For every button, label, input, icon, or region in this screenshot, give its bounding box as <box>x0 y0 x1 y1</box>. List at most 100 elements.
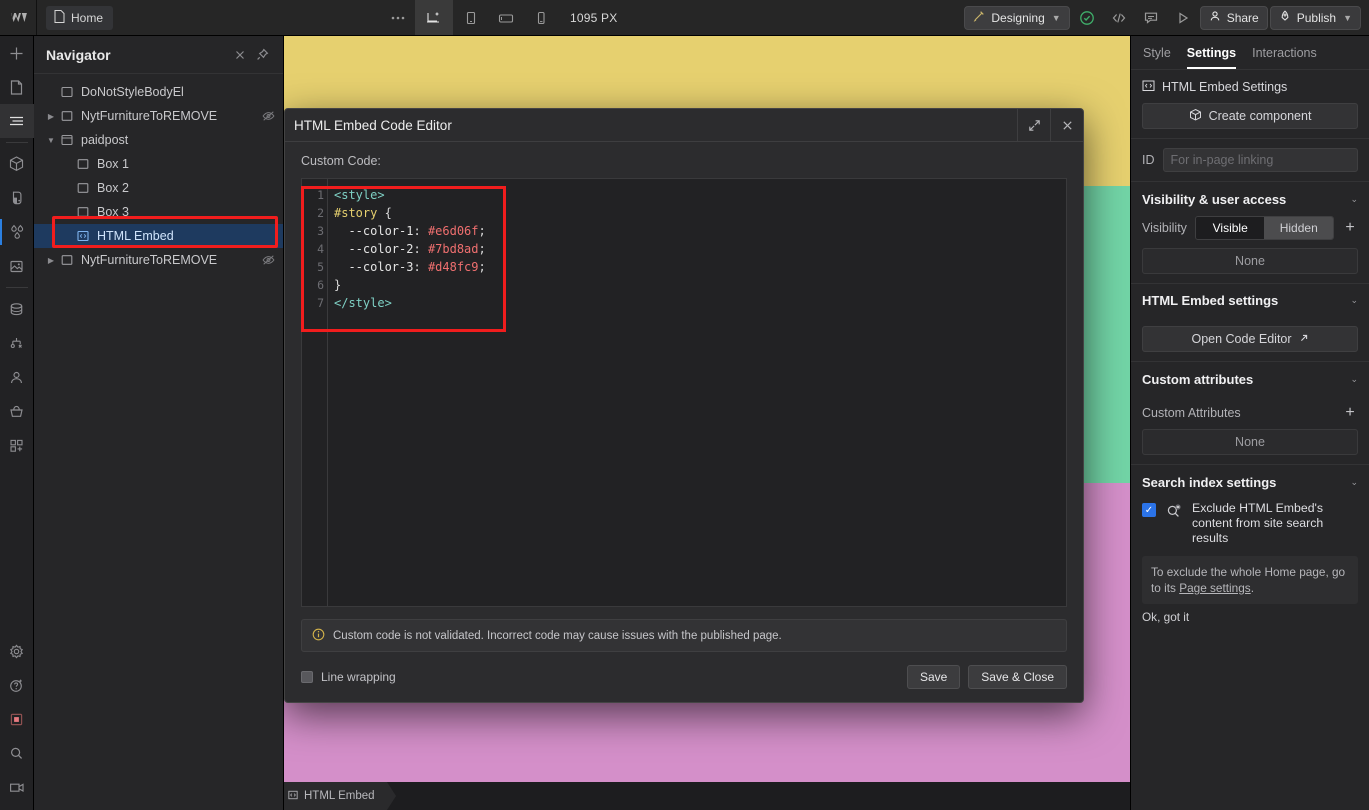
visibility-option-hidden[interactable]: Hidden <box>1264 217 1333 239</box>
navigator-item-box-1[interactable]: Box 1 <box>34 152 283 176</box>
breadcrumb-html-embed[interactable]: HTML Embed <box>280 782 395 810</box>
chevron-down-icon[interactable]: ⌄ <box>1350 194 1358 205</box>
validation-notice-text: Custom code is not validated. Incorrect … <box>333 629 782 642</box>
comment-icon[interactable] <box>1136 0 1166 35</box>
navigator-item-box-2[interactable]: Box 2 <box>34 176 283 200</box>
line-wrapping-toggle[interactable]: Line wrapping <box>301 670 396 684</box>
chevron-down-icon[interactable]: ⌄ <box>1350 477 1358 488</box>
navigator-item-paidpost[interactable]: ▼ paidpost <box>34 128 283 152</box>
tab-settings[interactable]: Settings <box>1186 36 1237 69</box>
chevron-down-icon[interactable]: ⌄ <box>1350 295 1358 306</box>
expand-icon[interactable] <box>1017 109 1050 141</box>
cube-icon[interactable] <box>0 147 34 181</box>
publish-label: Publish <box>1296 10 1337 25</box>
navigator-icon[interactable] <box>0 104 34 138</box>
check-circle-icon[interactable] <box>1072 0 1102 35</box>
navigator-item-html-embed[interactable]: HTML Embed <box>34 224 283 248</box>
mobile-landscape-icon[interactable] <box>488 0 523 35</box>
exclude-search-checkbox[interactable]: ✓ <box>1142 503 1156 517</box>
line-wrapping-checkbox[interactable] <box>301 671 313 683</box>
code-line: </style> <box>334 294 1066 312</box>
webflow-logo-icon[interactable] <box>0 0 36 35</box>
div-icon <box>74 206 92 218</box>
paint-icon[interactable] <box>0 181 34 215</box>
navigator-item-donotstylebodyel[interactable]: DoNotStyleBodyEl <box>34 80 283 104</box>
code-editor-area[interactable]: 1 2 3 4 5 6 7 <style> #story { --color-1: #e6d0… <box>301 178 1067 607</box>
publish-button[interactable]: Publish ▼ <box>1269 5 1361 30</box>
code-token-val: #e6d06f <box>427 224 479 238</box>
create-component-button[interactable]: Create component <box>1142 103 1358 129</box>
navigator-item-label: HTML Embed <box>97 229 174 243</box>
info-icon <box>312 628 325 644</box>
tip-ok-button[interactable]: Ok, got it <box>1131 604 1369 624</box>
visibility-none-value[interactable]: None <box>1142 248 1358 274</box>
desktop-icon[interactable] <box>415 0 453 35</box>
video-icon[interactable] <box>0 770 34 804</box>
question-help-icon[interactable] <box>0 668 34 702</box>
open-code-editor-button[interactable]: Open Code Editor <box>1142 326 1358 352</box>
navigator-item-nytfurnituretoremove[interactable]: ▶ NytFurnitureToREMOVE <box>34 104 283 128</box>
ellipsis-icon[interactable] <box>380 0 415 35</box>
breadcrumb-label: HTML Embed <box>304 790 375 802</box>
tab-interactions[interactable]: Interactions <box>1252 36 1317 69</box>
code-token-punc: ; <box>478 242 486 256</box>
tablet-icon[interactable] <box>453 0 488 35</box>
section-icon <box>58 134 76 146</box>
code-text[interactable]: <style> #story { --color-1: #e6d06f; --co… <box>328 179 1066 606</box>
navigator-item-box-3[interactable]: Box 3 <box>34 200 283 224</box>
designing-mode-dropdown[interactable]: Designing ▼ <box>964 5 1070 30</box>
pen-icon <box>973 10 985 25</box>
database-icon[interactable] <box>0 292 34 326</box>
tab-style[interactable]: Style <box>1143 36 1171 69</box>
line-number: 4 <box>317 242 324 256</box>
search-icon[interactable] <box>0 736 34 770</box>
visibility-section-header[interactable]: Visibility & user access ⌄ <box>1131 182 1369 216</box>
breakpoint-width-label: 1095 PX <box>570 10 618 25</box>
pages-icon[interactable] <box>0 70 34 104</box>
add-condition-icon[interactable]: + <box>1342 220 1358 236</box>
html-embed-settings-header[interactable]: HTML Embed settings ⌄ <box>1131 283 1369 317</box>
logic-icon[interactable] <box>0 326 34 360</box>
id-input[interactable]: For in-page linking <box>1162 148 1358 172</box>
visibility-row: Visibility Visible Hidden + <box>1142 216 1358 240</box>
mobile-portrait-icon[interactable] <box>523 0 558 35</box>
chevron-right-icon[interactable]: ▶ <box>44 256 58 265</box>
eye-off-icon[interactable] <box>262 254 275 266</box>
save-and-close-button[interactable]: Save & Close <box>968 665 1067 689</box>
pin-icon[interactable] <box>251 44 273 66</box>
chevron-down-icon[interactable]: ⌄ <box>1350 374 1358 385</box>
page-settings-link[interactable]: Page settings <box>1179 581 1250 595</box>
play-icon[interactable] <box>1168 0 1198 35</box>
gear-icon[interactable] <box>0 634 34 668</box>
share-label: Share <box>1226 10 1259 25</box>
close-icon[interactable] <box>1050 109 1083 141</box>
user-icon[interactable] <box>0 360 34 394</box>
code-token-punc: : <box>413 224 428 238</box>
close-icon[interactable] <box>229 44 251 66</box>
apps-icon[interactable] <box>0 428 34 462</box>
audit-red-square-icon[interactable] <box>0 702 34 736</box>
chevron-right-icon[interactable]: ▶ <box>44 112 58 121</box>
right-panel-tabs: Style Settings Interactions <box>1131 36 1369 70</box>
save-button[interactable]: Save <box>906 665 961 689</box>
navigator-item-nytfurnituretoremove[interactable]: ▶ NytFurnitureToREMOVE <box>34 248 283 272</box>
chevron-down-icon[interactable]: ▼ <box>44 136 58 145</box>
variables-icon[interactable] <box>0 215 34 249</box>
eye-off-icon[interactable] <box>262 110 275 122</box>
custom-attributes-none-value[interactable]: None <box>1142 429 1358 455</box>
navigator-item-label: NytFurnitureToREMOVE <box>81 109 218 123</box>
visibility-segmented-control[interactable]: Visible Hidden <box>1194 216 1334 240</box>
assets-image-icon[interactable] <box>0 249 34 283</box>
code-icon[interactable] <box>1104 0 1134 35</box>
share-button[interactable]: Share <box>1199 5 1268 30</box>
add-attribute-icon[interactable]: + <box>1342 405 1358 421</box>
add-elements-icon[interactable] <box>0 36 34 70</box>
custom-attributes-header[interactable]: Custom attributes ⌄ <box>1131 362 1369 396</box>
visibility-option-visible[interactable]: Visible <box>1195 217 1265 239</box>
basket-icon[interactable] <box>0 394 34 428</box>
navigator-item-label: NytFurnitureToREMOVE <box>81 253 218 267</box>
page-tab-home[interactable]: Home <box>46 5 114 30</box>
toolbar-right-actions: Designing ▼ Share Publish ▼ <box>964 0 1361 35</box>
search-index-header[interactable]: Search index settings ⌄ <box>1131 465 1369 499</box>
code-token-prop: --color-1 <box>334 224 414 238</box>
